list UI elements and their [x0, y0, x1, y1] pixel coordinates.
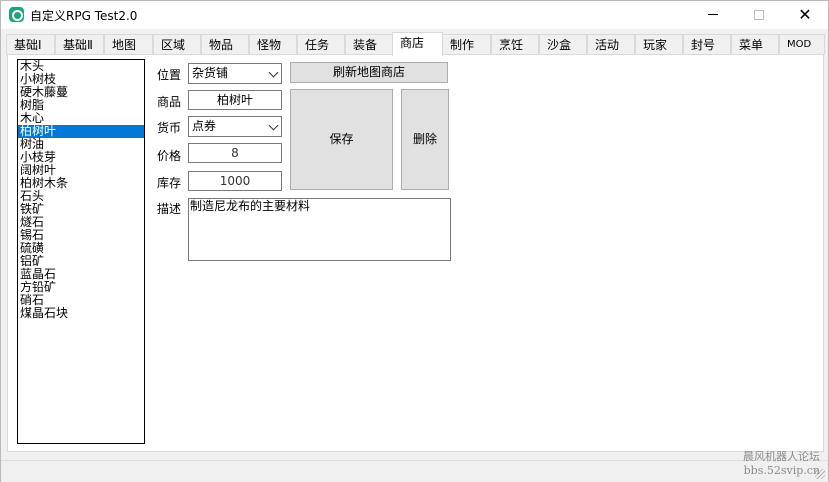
maximize-button[interactable]	[736, 1, 782, 29]
save-button[interactable]: 保存	[290, 89, 393, 190]
currency-select[interactable]: 点券	[188, 116, 282, 137]
tab-sandbox[interactable]: 沙盒	[539, 34, 587, 55]
price-field[interactable]: 8	[188, 143, 282, 163]
tab-cooking[interactable]: 烹饪	[491, 34, 539, 55]
tab-equipment[interactable]: 装备	[345, 34, 393, 55]
tab-basic-1[interactable]: 基础Ⅰ	[6, 34, 55, 55]
window-title: 自定义RPG Test2.0	[30, 9, 138, 23]
close-button[interactable]: ✕	[782, 1, 828, 29]
watermark-line-1: 晨风机器人论坛	[743, 450, 820, 463]
watermark: 晨风机器人论坛 bbs.52svip.cn	[743, 450, 820, 478]
app-logo-icon	[9, 7, 24, 22]
chevron-down-icon	[268, 67, 279, 78]
tab-region[interactable]: 区域	[153, 34, 201, 55]
maximize-icon	[754, 9, 764, 20]
tab-items[interactable]: 物品	[201, 34, 249, 55]
refresh-map-shop-button[interactable]: 刷新地图商店	[290, 62, 448, 83]
description-label: 描述	[157, 202, 182, 216]
chevron-down-icon	[268, 120, 279, 131]
close-icon: ✕	[798, 5, 812, 24]
delete-button[interactable]: 删除	[401, 89, 449, 190]
goods-field[interactable]: 柏树叶	[188, 90, 282, 110]
price-label: 价格	[157, 149, 182, 163]
tab-strip: 基础Ⅰ 基础Ⅱ 地图 区域 物品 怪物 任务 装备 商店 制作 烹饪 沙盒 活动…	[6, 32, 826, 56]
watermark-line-2: bbs.52svip.cn	[743, 464, 820, 477]
tab-ban[interactable]: 封号	[683, 34, 731, 55]
goods-label: 商品	[157, 95, 182, 109]
minimize-icon	[708, 14, 718, 15]
minimize-button[interactable]	[690, 1, 736, 29]
stock-field[interactable]: 1000	[188, 171, 282, 191]
status-bar	[1, 460, 828, 482]
location-value: 杂货铺	[192, 66, 229, 80]
currency-value: 点券	[192, 119, 217, 133]
currency-label: 货币	[157, 121, 182, 135]
tab-crafting[interactable]: 制作	[442, 34, 491, 55]
tab-basic-2[interactable]: 基础Ⅱ	[55, 34, 104, 55]
app-window: 自定义RPG Test2.0 ✕ 基础Ⅰ 基础Ⅱ 地图 区域 物品 怪物 任务 …	[0, 0, 829, 482]
tab-monsters[interactable]: 怪物	[249, 34, 297, 55]
location-select[interactable]: 杂货铺	[188, 63, 282, 84]
tab-map[interactable]: 地图	[104, 34, 153, 55]
tab-events[interactable]: 活动	[587, 34, 635, 55]
tab-quests[interactable]: 任务	[297, 34, 345, 55]
location-label: 位置	[157, 68, 182, 82]
title-bar: 自定义RPG Test2.0 ✕	[1, 1, 828, 29]
list-item[interactable]: 煤晶石块	[18, 307, 144, 320]
tab-mod[interactable]: MOD	[779, 34, 825, 55]
description-textarea[interactable]: 制造尼龙布的主要材料	[188, 198, 451, 261]
tab-shop[interactable]: 商店	[392, 32, 443, 56]
shop-item-list[interactable]: 木头 小树枝 硬木藤蔓 树脂 木心 柏树叶 树油 小枝芽 阔树叶 柏树木条 石头…	[17, 59, 145, 444]
tab-menu[interactable]: 菜单	[731, 34, 779, 55]
stock-label: 库存	[157, 176, 182, 190]
tab-players[interactable]: 玩家	[635, 34, 683, 55]
